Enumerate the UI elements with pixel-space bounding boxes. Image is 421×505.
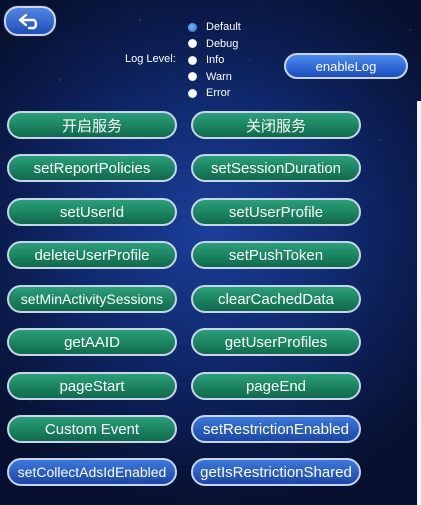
- custom-event-button[interactable]: Custom Event: [7, 415, 177, 443]
- radio-unselected-icon[interactable]: [188, 39, 197, 49]
- set-restriction-enabled-button[interactable]: setRestrictionEnabled: [191, 415, 361, 443]
- page-start-button[interactable]: pageStart: [7, 372, 177, 400]
- get-user-profiles-button[interactable]: getUserProfiles: [191, 328, 361, 356]
- radio-option-default[interactable]: Default: [188, 19, 241, 36]
- radio-label: Default: [206, 21, 241, 34]
- set-push-token-button[interactable]: setPushToken: [191, 241, 361, 269]
- scrollbar[interactable]: [417, 101, 421, 505]
- radio-label: Debug: [206, 37, 239, 50]
- radio-label: Warn: [206, 70, 232, 83]
- radio-option-info[interactable]: Info: [188, 52, 241, 69]
- log-level-radio-group: Default Debug Info Warn Error: [188, 19, 241, 102]
- back-arrow-icon: [18, 13, 38, 30]
- radio-option-warn[interactable]: Warn: [188, 69, 241, 86]
- get-aaid-button[interactable]: getAAID: [7, 328, 177, 356]
- delete-user-profile-button[interactable]: deleteUserProfile: [7, 241, 177, 269]
- radio-option-error[interactable]: Error: [188, 85, 241, 102]
- start-service-button[interactable]: 开启服务: [7, 111, 177, 139]
- set-user-profile-button[interactable]: setUserProfile: [191, 198, 361, 226]
- radio-label: Error: [206, 87, 231, 100]
- log-level-label: Log Level:: [125, 53, 176, 65]
- back-button[interactable]: [4, 6, 56, 36]
- radio-selected-icon[interactable]: [188, 22, 197, 32]
- stop-service-button[interactable]: 关闭服务: [191, 111, 361, 139]
- clear-cached-data-button[interactable]: clearCachedData: [191, 285, 361, 313]
- set-collect-ads-id-enabled-button[interactable]: setCollectAdsIdEnabled: [7, 458, 177, 486]
- get-is-restriction-shared-button[interactable]: getIsRestrictionShared: [191, 458, 361, 486]
- radio-unselected-icon[interactable]: [188, 88, 197, 98]
- set-user-id-button[interactable]: setUserId: [7, 198, 177, 226]
- set-min-activity-sessions-button[interactable]: setMinActivitySessions: [7, 285, 177, 313]
- set-report-policies-button[interactable]: setReportPolicies: [7, 154, 177, 182]
- page-end-button[interactable]: pageEnd: [191, 372, 361, 400]
- set-session-duration-button[interactable]: setSessionDuration: [191, 154, 361, 182]
- radio-option-debug[interactable]: Debug: [188, 36, 241, 53]
- enable-log-button[interactable]: enableLog: [284, 53, 408, 79]
- radio-unselected-icon[interactable]: [188, 55, 197, 65]
- radio-label: Info: [206, 54, 225, 67]
- radio-unselected-icon[interactable]: [188, 72, 197, 82]
